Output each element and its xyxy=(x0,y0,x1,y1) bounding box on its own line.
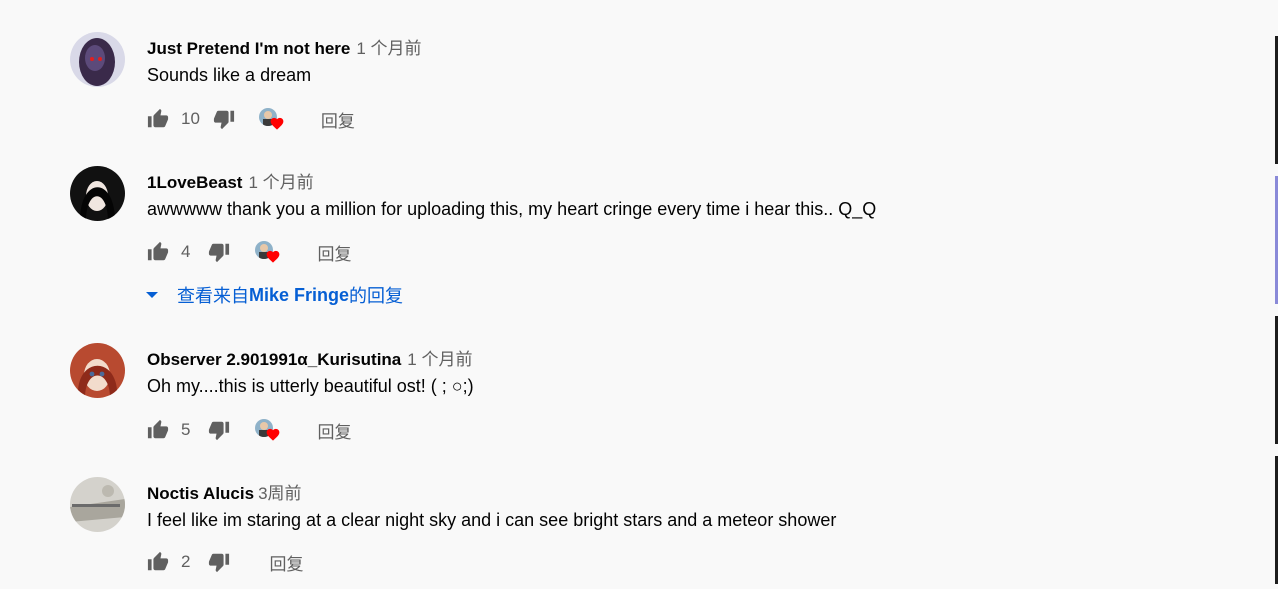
comment-text: awwwww thank you a million for uploading… xyxy=(147,199,877,219)
avatar[interactable] xyxy=(70,32,125,87)
author-name[interactable]: Noctis Alucis xyxy=(147,484,254,503)
thumbs-down-icon[interactable] xyxy=(208,551,230,573)
timestamp[interactable]: 3周前 xyxy=(258,484,301,503)
creator-heart-icon[interactable] xyxy=(255,241,280,263)
like-count: 10 xyxy=(181,109,200,128)
comment-toolbar: 10 回复 xyxy=(147,104,355,134)
timestamp[interactable]: 1 个月前 xyxy=(407,350,472,369)
thumbs-up-icon[interactable] xyxy=(147,241,169,263)
author-name[interactable]: 1LoveBeast xyxy=(147,173,242,192)
comment-header: 1LoveBeast 1 个月前 xyxy=(147,168,314,193)
timestamp[interactable]: 1 个月前 xyxy=(356,39,421,58)
view-replies-prefix: 查看来自 xyxy=(177,286,249,306)
view-replies-button[interactable]: 查看来自 Mike Fringe 的回复 xyxy=(145,282,403,308)
comment-toolbar: 5 回复 xyxy=(147,415,351,445)
like-count: 2 xyxy=(181,552,191,571)
comment-header: Noctis Alucis 3周前 xyxy=(147,479,302,504)
reply-button[interactable]: 回复 xyxy=(317,240,351,265)
author-name[interactable]: Just Pretend I'm not here xyxy=(147,39,350,58)
avatar[interactable] xyxy=(70,477,125,532)
comment-toolbar: 2 回复 xyxy=(147,547,303,577)
reply-button[interactable]: 回复 xyxy=(317,418,351,443)
creator-heart-icon[interactable] xyxy=(255,419,280,441)
view-replies-suffix: 的回复 xyxy=(349,286,404,306)
thumbs-down-icon[interactable] xyxy=(208,241,230,263)
comment-text: I feel like im staring at a clear night … xyxy=(147,510,837,530)
comment-text: Oh my....this is utterly beautiful ost! … xyxy=(147,376,474,396)
author-name[interactable]: Observer 2.901991α_Kurisutina xyxy=(147,350,401,369)
comment-toolbar: 4 回复 xyxy=(147,237,351,267)
comment-header: Observer 2.901991α_Kurisutina 1 个月前 xyxy=(147,345,472,370)
avatar[interactable] xyxy=(70,166,125,221)
like-count: 4 xyxy=(181,242,191,261)
timestamp[interactable]: 1 个月前 xyxy=(248,173,313,192)
comment-text: Sounds like a dream xyxy=(147,65,312,85)
comment-header: Just Pretend I'm not here 1 个月前 xyxy=(147,34,422,59)
creator-heart-icon[interactable] xyxy=(258,108,284,130)
thumbs-up-icon[interactable] xyxy=(147,108,169,130)
reply-button[interactable]: 回复 xyxy=(269,550,303,575)
chevron-down-icon xyxy=(145,290,159,300)
reply-button[interactable]: 回复 xyxy=(321,107,355,132)
like-count: 5 xyxy=(181,420,191,439)
avatar[interactable] xyxy=(70,343,125,398)
thumbs-down-icon[interactable] xyxy=(213,108,235,130)
thumbs-up-icon[interactable] xyxy=(147,551,169,573)
thumbs-up-icon[interactable] xyxy=(147,419,169,441)
view-replies-author: Mike Fringe xyxy=(249,284,350,305)
thumbs-down-icon[interactable] xyxy=(208,419,230,441)
